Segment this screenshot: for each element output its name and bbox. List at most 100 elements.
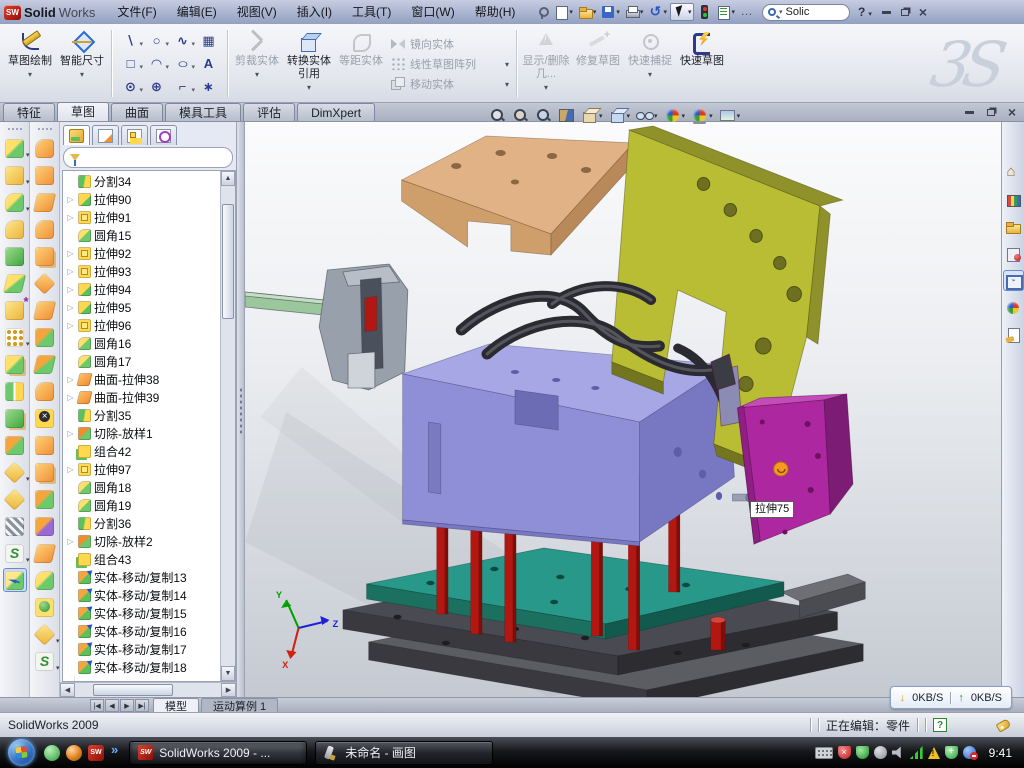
polygon-icon[interactable]: ⊕: [144, 75, 169, 98]
input-method-icon[interactable]: [815, 747, 833, 759]
doc-minimize-icon[interactable]: [965, 111, 974, 114]
scrollbar-thumb[interactable]: [93, 684, 173, 696]
expander-icon[interactable]: [66, 537, 75, 546]
menu-item[interactable]: 插入(I): [287, 0, 342, 24]
quick-launch-overflow-icon[interactable]: »: [111, 742, 118, 757]
warning-icon[interactable]: [928, 747, 940, 759]
doc-close-icon[interactable]: ×: [1008, 107, 1016, 117]
tree-item[interactable]: 实体-移动/复制18: [63, 658, 220, 676]
model-tab[interactable]: 模型: [153, 698, 199, 712]
scroll-down-icon[interactable]: ▼: [221, 666, 235, 681]
security-alert-icon[interactable]: [838, 746, 851, 759]
expander-icon[interactable]: [66, 285, 75, 294]
defender-icon[interactable]: [945, 746, 958, 759]
tree-item[interactable]: 拉伸91: [63, 208, 220, 226]
tree-item[interactable]: 组合43: [63, 550, 220, 568]
expander-icon[interactable]: [66, 213, 75, 222]
rectangle-icon[interactable]: □: [118, 52, 143, 75]
tree-item[interactable]: 曲面-拉伸39: [63, 388, 220, 406]
expander-icon[interactable]: [66, 375, 75, 384]
tree-item[interactable]: 拉伸94: [63, 280, 220, 298]
tree-item[interactable]: 曲面-拉伸38: [63, 370, 220, 388]
tree-item[interactable]: 拉伸95: [63, 298, 220, 316]
tree-item[interactable]: 分割34: [63, 172, 220, 190]
tags-icon[interactable]: [996, 718, 1012, 732]
line-icon[interactable]: ∖: [118, 29, 143, 52]
close-icon[interactable]: ×: [919, 7, 927, 17]
arc-icon[interactable]: ◠: [144, 52, 169, 75]
sketch-draw-button[interactable]: 草图绘制: [4, 27, 56, 100]
tree-item[interactable]: 拉伸90: [63, 190, 220, 208]
selection-box-icon[interactable]: ▦: [196, 29, 221, 52]
convert-entities-button[interactable]: 转换实体引用: [283, 27, 335, 100]
help-button[interactable]: ?: [856, 5, 874, 19]
slot-icon[interactable]: ⊙: [118, 75, 143, 98]
antivirus-icon[interactable]: [856, 746, 869, 759]
last-tab-icon[interactable]: [135, 699, 149, 712]
scroll-right-icon[interactable]: ▶: [221, 683, 236, 697]
minimize-icon[interactable]: [882, 11, 891, 14]
solidworks-launcher-icon[interactable]: SW: [88, 745, 104, 761]
expander-icon[interactable]: [66, 321, 75, 330]
command-tab[interactable]: 模具工具: [165, 103, 241, 121]
model-tab[interactable]: 运动算例 1: [201, 698, 278, 712]
search-dropdown-icon[interactable]: ▾: [779, 8, 783, 16]
taskbar-clock[interactable]: 9:41: [989, 746, 1012, 760]
panel-splitter[interactable]: [237, 122, 245, 697]
messenger-icon[interactable]: [44, 745, 60, 761]
taskbar-button[interactable]: 未命名 - 画图: [315, 741, 493, 765]
display-delete-relations-button[interactable]: 显示/删除几...: [520, 27, 572, 100]
menu-item[interactable]: 编辑(E): [167, 0, 227, 24]
expander-icon[interactable]: [66, 465, 75, 474]
menu-item[interactable]: 文件(F): [107, 0, 166, 24]
tree-horizontal-scrollbar[interactable]: ◀ ▶: [60, 682, 236, 697]
rapid-sketch-button[interactable]: 快速草图: [676, 27, 728, 100]
tree-item[interactable]: 实体-移动/复制15: [63, 604, 220, 622]
graphics-viewport[interactable]: Y Z X 拉伸75: [245, 122, 1024, 697]
scrollbar-thumb[interactable]: [222, 204, 234, 319]
circle-icon[interactable]: ○: [144, 29, 169, 52]
command-tab[interactable]: 特征: [3, 103, 55, 121]
sketch-text-icon[interactable]: A: [196, 52, 221, 75]
prev-tab-icon[interactable]: [105, 699, 119, 712]
next-tab-icon[interactable]: [120, 699, 134, 712]
smart-dimension-button[interactable]: 智能尺寸: [56, 27, 108, 100]
command-tab[interactable]: 草图: [57, 102, 109, 121]
expander-icon[interactable]: [66, 393, 75, 402]
sync-blocked-icon[interactable]: [963, 746, 976, 759]
tree-item[interactable]: 圆角19: [63, 496, 220, 514]
start-button[interactable]: [8, 739, 35, 766]
first-tab-icon[interactable]: [90, 699, 104, 712]
quick-snaps-button[interactable]: 快速捕捉: [624, 27, 676, 100]
tree-item[interactable]: 拉伸96: [63, 316, 220, 334]
menu-item[interactable]: 工具(T): [342, 0, 401, 24]
tree-vertical-scrollbar[interactable]: ▲ ▼: [220, 171, 235, 681]
menu-item[interactable]: 视图(V): [227, 0, 287, 24]
repair-sketch-button[interactable]: 修复草图: [572, 27, 624, 100]
point-icon[interactable]: ∗: [196, 75, 221, 98]
menu-item[interactable]: 帮助(H): [465, 0, 526, 24]
trim-entities-button[interactable]: 剪裁实体: [231, 27, 283, 100]
expander-icon[interactable]: [66, 303, 75, 312]
network-icon[interactable]: [910, 746, 923, 759]
tree-filter-input[interactable]: [63, 147, 233, 168]
expander-icon[interactable]: [66, 267, 75, 276]
restore-icon[interactable]: [901, 9, 909, 16]
spline-icon[interactable]: ∿: [170, 29, 195, 52]
tree-item[interactable]: 拉伸92: [63, 244, 220, 262]
tree-item[interactable]: 圆角15: [63, 226, 220, 244]
taskbar-button[interactable]: SW SolidWorks 2009 - ...: [129, 741, 307, 765]
command-tab[interactable]: 评估: [243, 103, 295, 121]
doc-restore-icon[interactable]: [987, 109, 995, 116]
mirror-entities-button[interactable]: 镜向实体: [391, 35, 509, 52]
expander-icon[interactable]: [66, 249, 75, 258]
sketch-fillet-icon[interactable]: ⌐: [170, 75, 195, 98]
offset-entities-button[interactable]: 等距实体: [335, 27, 387, 100]
scroll-up-icon[interactable]: ▲: [221, 171, 235, 186]
quick-tips-icon[interactable]: ?: [933, 718, 947, 732]
scroll-left-icon[interactable]: ◀: [60, 683, 75, 697]
tree-item[interactable]: 分割36: [63, 514, 220, 532]
security-ball-icon[interactable]: [66, 745, 82, 761]
tree-item[interactable]: 实体-移动/复制14: [63, 586, 220, 604]
tree-item[interactable]: 实体-移动/复制17: [63, 640, 220, 658]
